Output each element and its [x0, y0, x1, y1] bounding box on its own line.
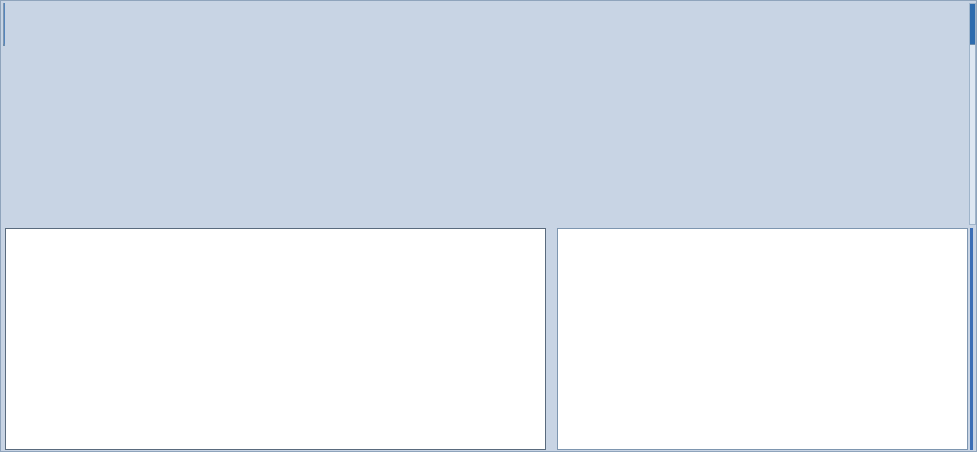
daily-bond-rates-grid	[3, 3, 5, 46]
rates-line-chart	[6, 246, 545, 449]
intraday-rates-table	[558, 229, 969, 449]
grid-scrollbar-cap	[970, 4, 975, 45]
grid-header-row	[3, 3, 5, 46]
rates-chart-panel	[5, 228, 546, 450]
panel-splitter[interactable]	[970, 228, 973, 450]
grid-scrollbar[interactable]	[969, 3, 976, 225]
bond-rates-window	[0, 0, 977, 452]
intraday-table-panel	[557, 228, 968, 450]
date-column-header[interactable]	[3, 3, 5, 46]
